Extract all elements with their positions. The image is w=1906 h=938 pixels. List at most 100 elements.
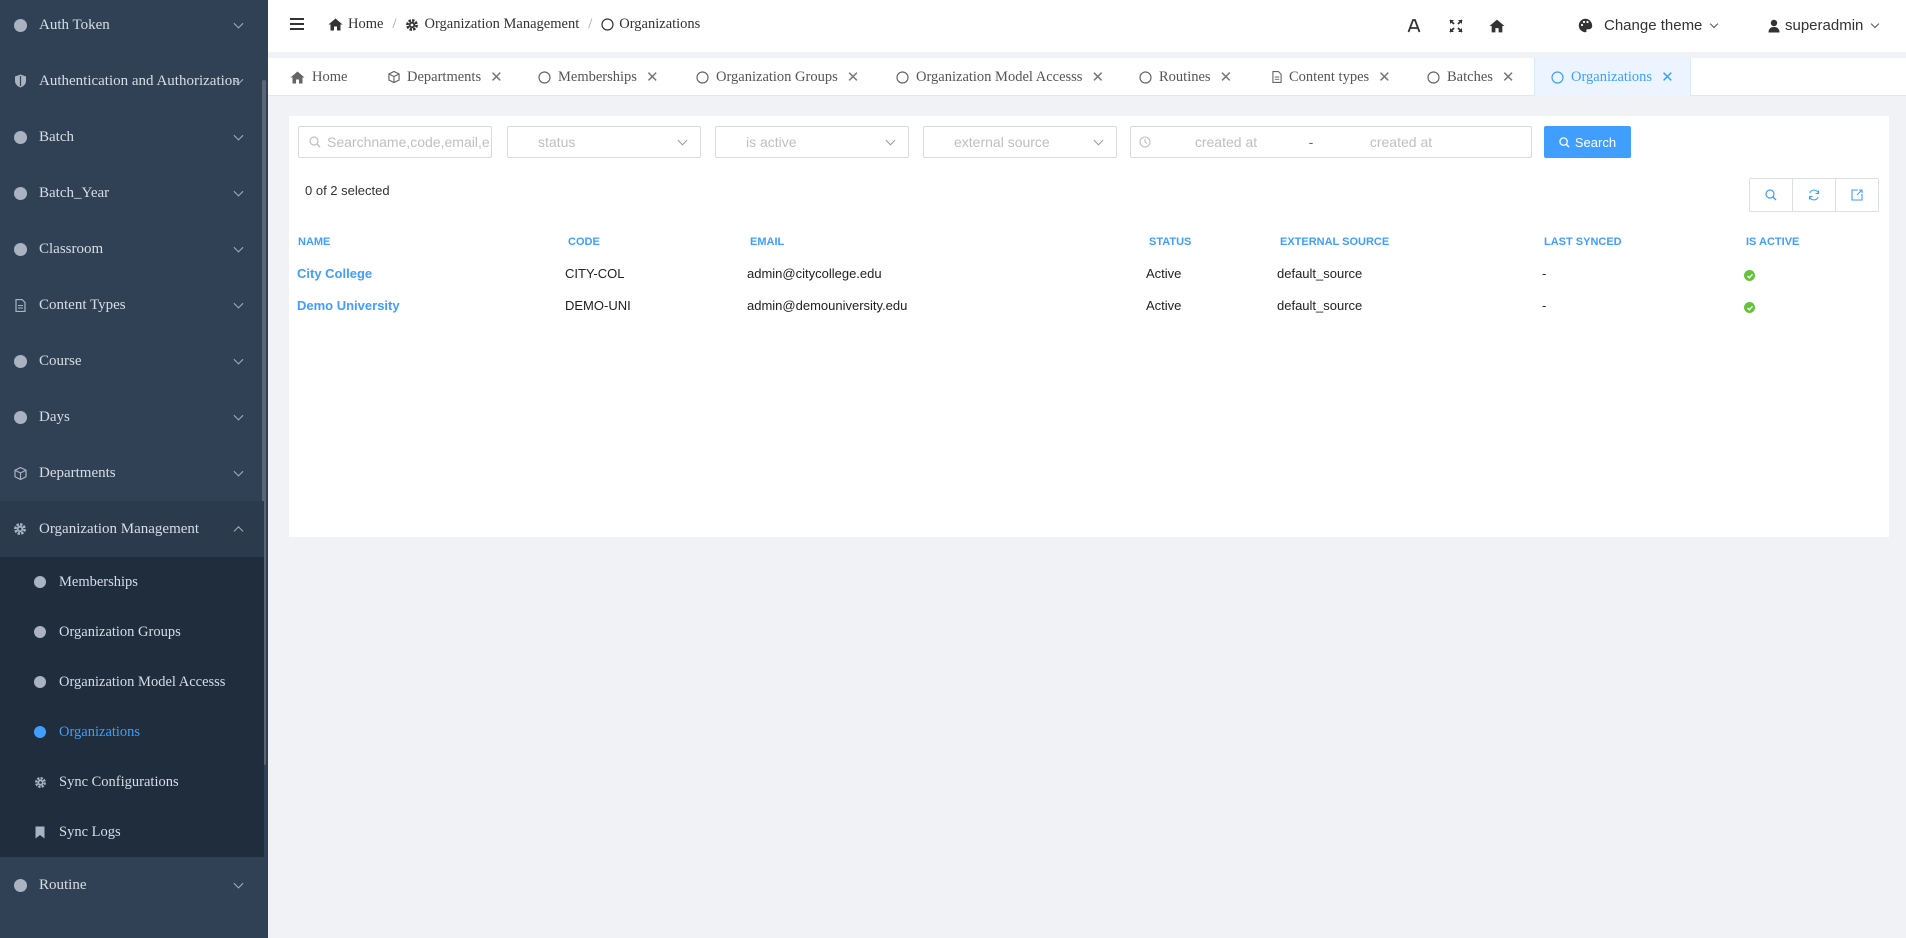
organizations-panel: Searchname,code,email,e: status is activ… bbox=[289, 116, 1889, 537]
file-icon bbox=[1272, 71, 1282, 83]
sidebar-item-organization-groups[interactable]: Organization Groups bbox=[0, 607, 264, 657]
chevron-down-icon bbox=[1871, 19, 1880, 28]
dot-icon bbox=[33, 725, 47, 739]
tab-routines[interactable]: Routines ✕ bbox=[1139, 58, 1232, 96]
tab-organization-groups[interactable]: Organization Groups ✕ bbox=[696, 58, 859, 96]
user-menu[interactable]: superadmin bbox=[1768, 17, 1880, 34]
organization-name-link[interactable]: City College bbox=[297, 266, 372, 281]
sidebar-item-content-types[interactable]: Content Types bbox=[0, 277, 264, 333]
sidebar-item-label: Organizations bbox=[59, 723, 141, 740]
organization-external-source: default_source bbox=[1277, 298, 1363, 313]
breadcrumb-organizations: Organizations bbox=[601, 16, 700, 33]
sidebar-item-departments[interactable]: Departments bbox=[0, 445, 264, 501]
sidebar-item-label: Organization Management bbox=[39, 520, 200, 537]
close-icon[interactable]: ✕ bbox=[1502, 68, 1515, 87]
tab-batches[interactable]: Batches ✕ bbox=[1427, 58, 1514, 96]
column-header-email[interactable]: EMAIL bbox=[750, 236, 784, 248]
search-input[interactable]: Searchname,code,email,e: bbox=[298, 126, 492, 158]
column-header-is-active[interactable]: IS ACTIVE bbox=[1746, 236, 1799, 248]
close-icon[interactable]: ✕ bbox=[646, 68, 659, 87]
sidebar-item-memberships[interactable]: Memberships bbox=[0, 557, 264, 607]
search-button[interactable]: Search bbox=[1544, 126, 1631, 158]
tab-memberships[interactable]: Memberships ✕ bbox=[538, 58, 659, 96]
column-header-last-synced[interactable]: LAST SYNCED bbox=[1544, 236, 1622, 248]
sidebar-item-routine[interactable]: Routine bbox=[0, 857, 264, 913]
hamburger-icon[interactable] bbox=[290, 18, 304, 30]
created-from-placeholder[interactable]: created at bbox=[1151, 134, 1301, 150]
sidebar-item-label: Organization Groups bbox=[59, 623, 181, 640]
search-placeholder: Searchname,code,email,e: bbox=[327, 134, 491, 150]
sidebar-item-days[interactable]: Days bbox=[0, 389, 264, 445]
sidebar-item-label: Batch bbox=[39, 128, 74, 145]
created-at-range[interactable]: created at - created at bbox=[1130, 126, 1532, 158]
fullscreen-icon[interactable] bbox=[1446, 16, 1466, 36]
top-header: Home / Organization Management / Organiz… bbox=[268, 0, 1906, 52]
home-icon bbox=[328, 18, 343, 31]
external-source-select[interactable]: external source bbox=[923, 126, 1117, 158]
column-header-code[interactable]: CODE bbox=[568, 236, 600, 248]
table-tools bbox=[1749, 178, 1879, 212]
font-size-icon[interactable] bbox=[1404, 16, 1424, 36]
close-icon[interactable]: ✕ bbox=[1091, 68, 1104, 87]
close-icon[interactable]: ✕ bbox=[1378, 68, 1391, 87]
chevron-down-icon bbox=[1093, 135, 1104, 145]
circle-icon bbox=[601, 18, 614, 31]
column-header-status[interactable]: STATUS bbox=[1149, 236, 1191, 248]
chevron-down-icon bbox=[233, 878, 244, 889]
chevron-down-icon bbox=[233, 466, 244, 477]
created-to-placeholder[interactable]: created at bbox=[1321, 134, 1481, 150]
breadcrumb-home[interactable]: Home bbox=[328, 16, 383, 33]
tab-content-types[interactable]: Content types ✕ bbox=[1272, 58, 1391, 96]
search-icon bbox=[1559, 136, 1570, 148]
column-header-external-source[interactable]: EXTERNAL SOURCE bbox=[1280, 236, 1389, 248]
circle-icon bbox=[1139, 70, 1152, 84]
tab-bar: Home Departments ✕ Memberships ✕ Organiz… bbox=[268, 58, 1906, 96]
close-icon[interactable]: ✕ bbox=[1661, 68, 1674, 87]
close-icon[interactable]: ✕ bbox=[1220, 68, 1233, 87]
column-header-name[interactable]: NAME bbox=[298, 236, 330, 248]
sidebar-item-organizations[interactable]: Organizations bbox=[0, 707, 264, 757]
sidebar-item-sync-configurations[interactable]: Sync Configurations bbox=[0, 757, 264, 807]
circle-icon bbox=[1427, 70, 1440, 84]
refresh-button[interactable] bbox=[1793, 179, 1836, 211]
status-select[interactable]: status bbox=[507, 126, 701, 158]
sidebar-item-classroom[interactable]: Classroom bbox=[0, 221, 264, 277]
tab-home[interactable]: Home bbox=[290, 58, 347, 96]
close-icon[interactable]: ✕ bbox=[490, 68, 503, 87]
sidebar-item-batch-year[interactable]: Batch_Year bbox=[0, 165, 264, 221]
sidebar-item-authentication[interactable]: Authentication and Authorization bbox=[0, 53, 264, 109]
chevron-down-icon bbox=[677, 135, 688, 145]
change-theme-dropdown[interactable]: Change theme bbox=[1578, 17, 1719, 34]
chevron-down-icon bbox=[233, 18, 244, 29]
circle-icon bbox=[896, 70, 909, 84]
organization-name-link[interactable]: Demo University bbox=[297, 298, 400, 313]
search-toggle-button[interactable] bbox=[1750, 179, 1793, 211]
is-active-select[interactable]: is active bbox=[715, 126, 909, 158]
sidebar-item-organization-model-access[interactable]: Organization Model Accesss bbox=[0, 657, 264, 707]
search-icon bbox=[309, 136, 321, 148]
circle-icon bbox=[696, 70, 709, 84]
palette-icon bbox=[1578, 18, 1593, 33]
dot-icon bbox=[13, 18, 27, 32]
dot-icon bbox=[33, 675, 47, 689]
tab-organizations[interactable]: Organizations ✕ bbox=[1534, 58, 1691, 96]
dot-icon bbox=[13, 410, 27, 424]
close-icon[interactable]: ✕ bbox=[847, 68, 860, 87]
selection-count: 0 of 2 selected bbox=[305, 183, 390, 198]
export-button[interactable] bbox=[1836, 179, 1878, 211]
tab-departments[interactable]: Departments ✕ bbox=[388, 58, 503, 96]
cube-icon bbox=[13, 466, 27, 480]
home-icon[interactable] bbox=[1487, 16, 1507, 36]
organization-last-synced: - bbox=[1542, 266, 1547, 281]
sidebar-item-auth-token[interactable]: Auth Token bbox=[0, 0, 264, 53]
sidebar-item-batch[interactable]: Batch bbox=[0, 109, 264, 165]
sidebar-item-label: Course bbox=[39, 352, 82, 369]
sidebar-item-organization-management[interactable]: Organization Management bbox=[0, 501, 264, 557]
breadcrumb-separator: / bbox=[588, 16, 593, 32]
organization-status: Active bbox=[1146, 298, 1182, 313]
sidebar-item-course[interactable]: Course bbox=[0, 333, 264, 389]
breadcrumb-organization-management[interactable]: Organization Management bbox=[405, 16, 579, 33]
organization-email: admin@demouniversity.edu bbox=[747, 298, 908, 313]
sidebar-item-sync-logs[interactable]: Sync Logs bbox=[0, 807, 264, 857]
tab-organization-model-access[interactable]: Organization Model Accesss ✕ bbox=[896, 58, 1104, 96]
